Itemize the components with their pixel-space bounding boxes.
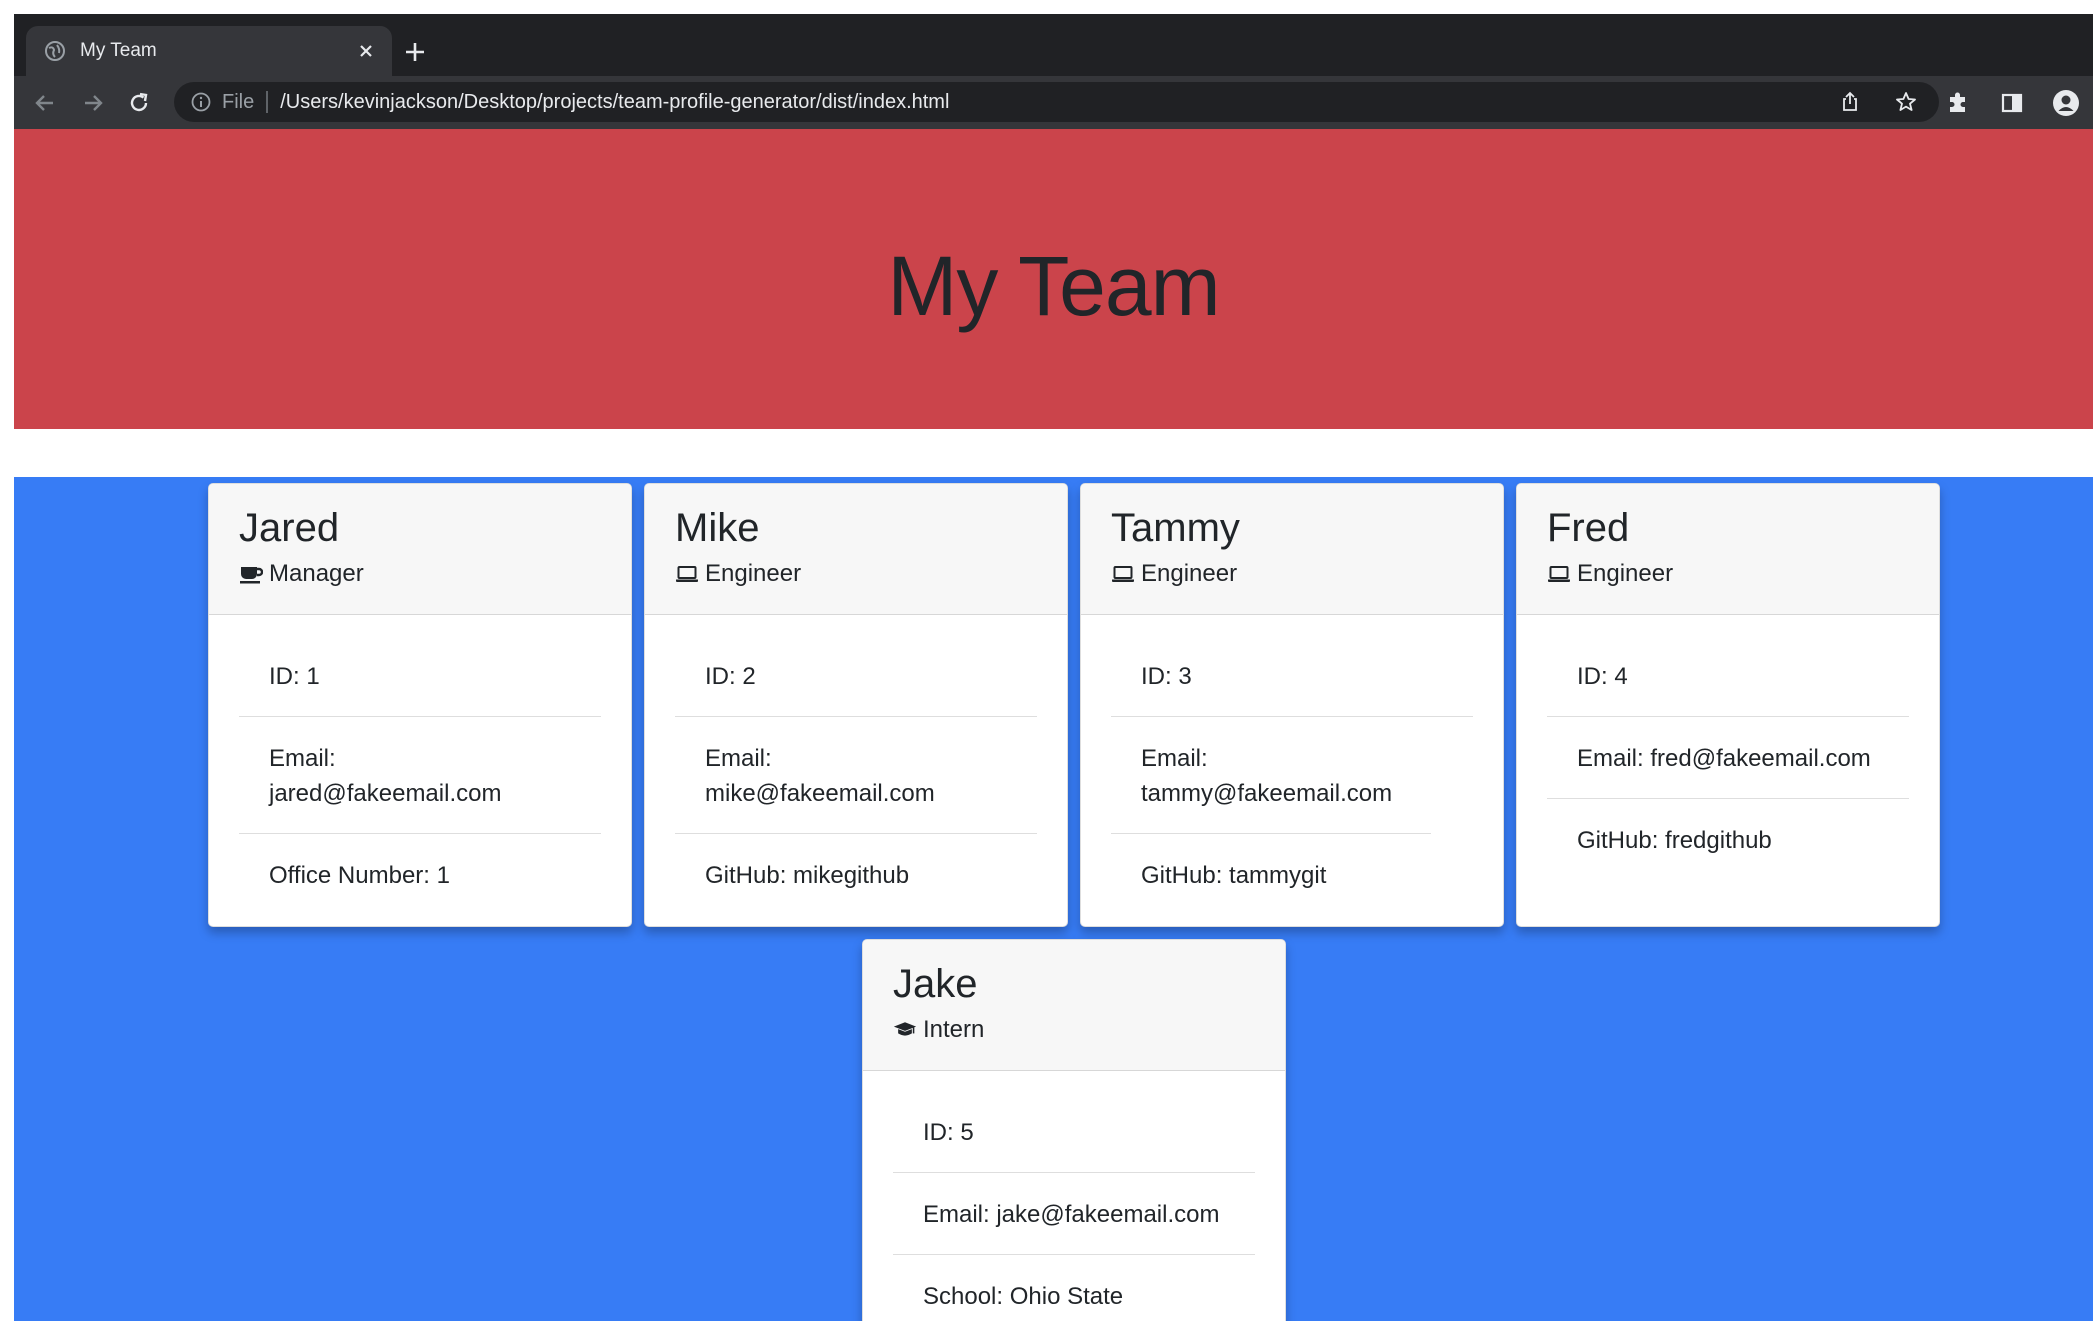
forward-icon[interactable]: [76, 86, 110, 120]
reload-icon[interactable]: [122, 86, 156, 120]
laptop-icon: [675, 562, 699, 586]
extensions-icon[interactable]: [1941, 86, 1975, 120]
page-viewport: My Team Jared Manager ID: 1 Email: jared…: [14, 129, 2093, 1321]
team-section: Jared Manager ID: 1 Email: jared@fakeema…: [14, 477, 2093, 1321]
employee-email[interactable]: Email: mike@fakeemail.com: [675, 717, 1037, 834]
role-label: Intern: [923, 1016, 985, 1043]
employee-name: Jared: [239, 506, 340, 550]
employee-name: Jake: [893, 962, 978, 1006]
employee-id: ID: 1: [239, 635, 601, 717]
employee-role: Manager: [239, 560, 601, 588]
side-panel-icon[interactable]: [1995, 86, 2029, 120]
card-body: ID: 5 Email: jake@fakeemail.com School: …: [863, 1071, 1285, 1321]
card-header: Jared Manager: [209, 484, 631, 615]
role-label: Engineer: [1141, 560, 1238, 587]
employee-name: Tammy: [1111, 506, 1240, 550]
url-scheme: File: [222, 90, 255, 113]
employee-name: Mike: [675, 506, 760, 550]
browser-chrome: My Team File /Users/kevinjackson/Desktop…: [14, 14, 2093, 129]
card-header: Jake Intern: [863, 940, 1285, 1071]
share-icon[interactable]: [1833, 85, 1867, 119]
url-text[interactable]: /Users/kevinjackson/Desktop/projects/tea…: [280, 91, 1833, 114]
employee-id: ID: 3: [1111, 635, 1473, 717]
employee-name: Fred: [1547, 506, 1630, 550]
employee-role: Engineer: [1547, 560, 1909, 588]
employee-email[interactable]: Email: jared@fakeemail.com: [239, 717, 601, 834]
page-title: My Team: [887, 238, 1220, 333]
card-body: ID: 1 Email: jared@fakeemail.com Office …: [209, 615, 631, 915]
employee-card: Tammy Engineer ID: 3 Email: tammy@fakeem…: [1080, 483, 1504, 927]
employee-card: Jared Manager ID: 1 Email: jared@fakeema…: [208, 483, 632, 927]
browser-window: My Team File /Users/kevinjackson/Desktop…: [0, 0, 2093, 1321]
employee-school: School: Ohio State: [923, 1283, 1124, 1310]
role-label: Engineer: [705, 560, 802, 587]
laptop-icon: [1547, 562, 1571, 586]
employee-card: Mike Engineer ID: 2 Email: mike@fakeemai…: [644, 483, 1068, 927]
employee-role: Engineer: [675, 560, 1037, 588]
employee-email[interactable]: Email: fred@fakeemail.com: [1547, 717, 1909, 799]
back-icon[interactable]: [28, 86, 62, 120]
card-header: Tammy Engineer: [1081, 484, 1503, 615]
card-body: ID: 2 Email: mike@fakeemail.com GitHub: …: [645, 615, 1067, 915]
employee-email[interactable]: Email: jake@fakeemail.com: [893, 1173, 1255, 1255]
employee-id: ID: 4: [1547, 635, 1909, 717]
card-header: Mike Engineer: [645, 484, 1067, 615]
employee-github[interactable]: GitHub: mikegithub: [675, 834, 1037, 915]
tab-strip: My Team: [14, 14, 2093, 76]
page-header: My Team: [14, 129, 2093, 429]
employee-office-number: Office Number: 1: [269, 862, 450, 889]
employee-github[interactable]: GitHub: tammygit: [1111, 834, 1473, 915]
info-icon[interactable]: [190, 91, 212, 113]
bookmark-star-icon[interactable]: [1889, 85, 1923, 119]
role-label: Engineer: [1577, 560, 1674, 587]
tab-title: My Team: [80, 40, 157, 61]
card-body: ID: 3 Email: tammy@fakeemail.com GitHub:…: [1081, 615, 1503, 915]
coffee-icon: [239, 562, 263, 586]
tab-my-team[interactable]: My Team: [26, 26, 392, 76]
address-bar[interactable]: File /Users/kevinjackson/Desktop/project…: [174, 82, 1939, 122]
employee-card: Fred Engineer ID: 4 Email: fred@fakeemai…: [1516, 483, 1940, 927]
browser-toolbar: File /Users/kevinjackson/Desktop/project…: [14, 76, 2093, 129]
employee-github[interactable]: GitHub: fredgithub: [1547, 799, 1909, 880]
profile-avatar-icon[interactable]: [2049, 86, 2083, 120]
close-tab-icon[interactable]: [354, 39, 378, 63]
url-separator: [266, 91, 269, 113]
employee-role: Intern: [893, 1016, 1255, 1044]
employee-role: Engineer: [1111, 560, 1473, 588]
employee-email[interactable]: Email: tammy@fakeemail.com: [1111, 717, 1431, 834]
globe-icon: [44, 40, 66, 62]
graduation-cap-icon: [893, 1018, 917, 1042]
new-tab-button[interactable]: [397, 34, 433, 70]
employee-card: Jake Intern ID: 5 Email: jake@fakeemail.…: [862, 939, 1286, 1321]
card-header: Fred Engineer: [1517, 484, 1939, 615]
employee-id: ID: 5: [893, 1091, 1255, 1173]
role-label: Manager: [269, 560, 364, 587]
card-body: ID: 4 Email: fred@fakeemail.com GitHub: …: [1517, 615, 1939, 880]
laptop-icon: [1111, 562, 1135, 586]
employee-id: ID: 2: [675, 635, 1037, 717]
